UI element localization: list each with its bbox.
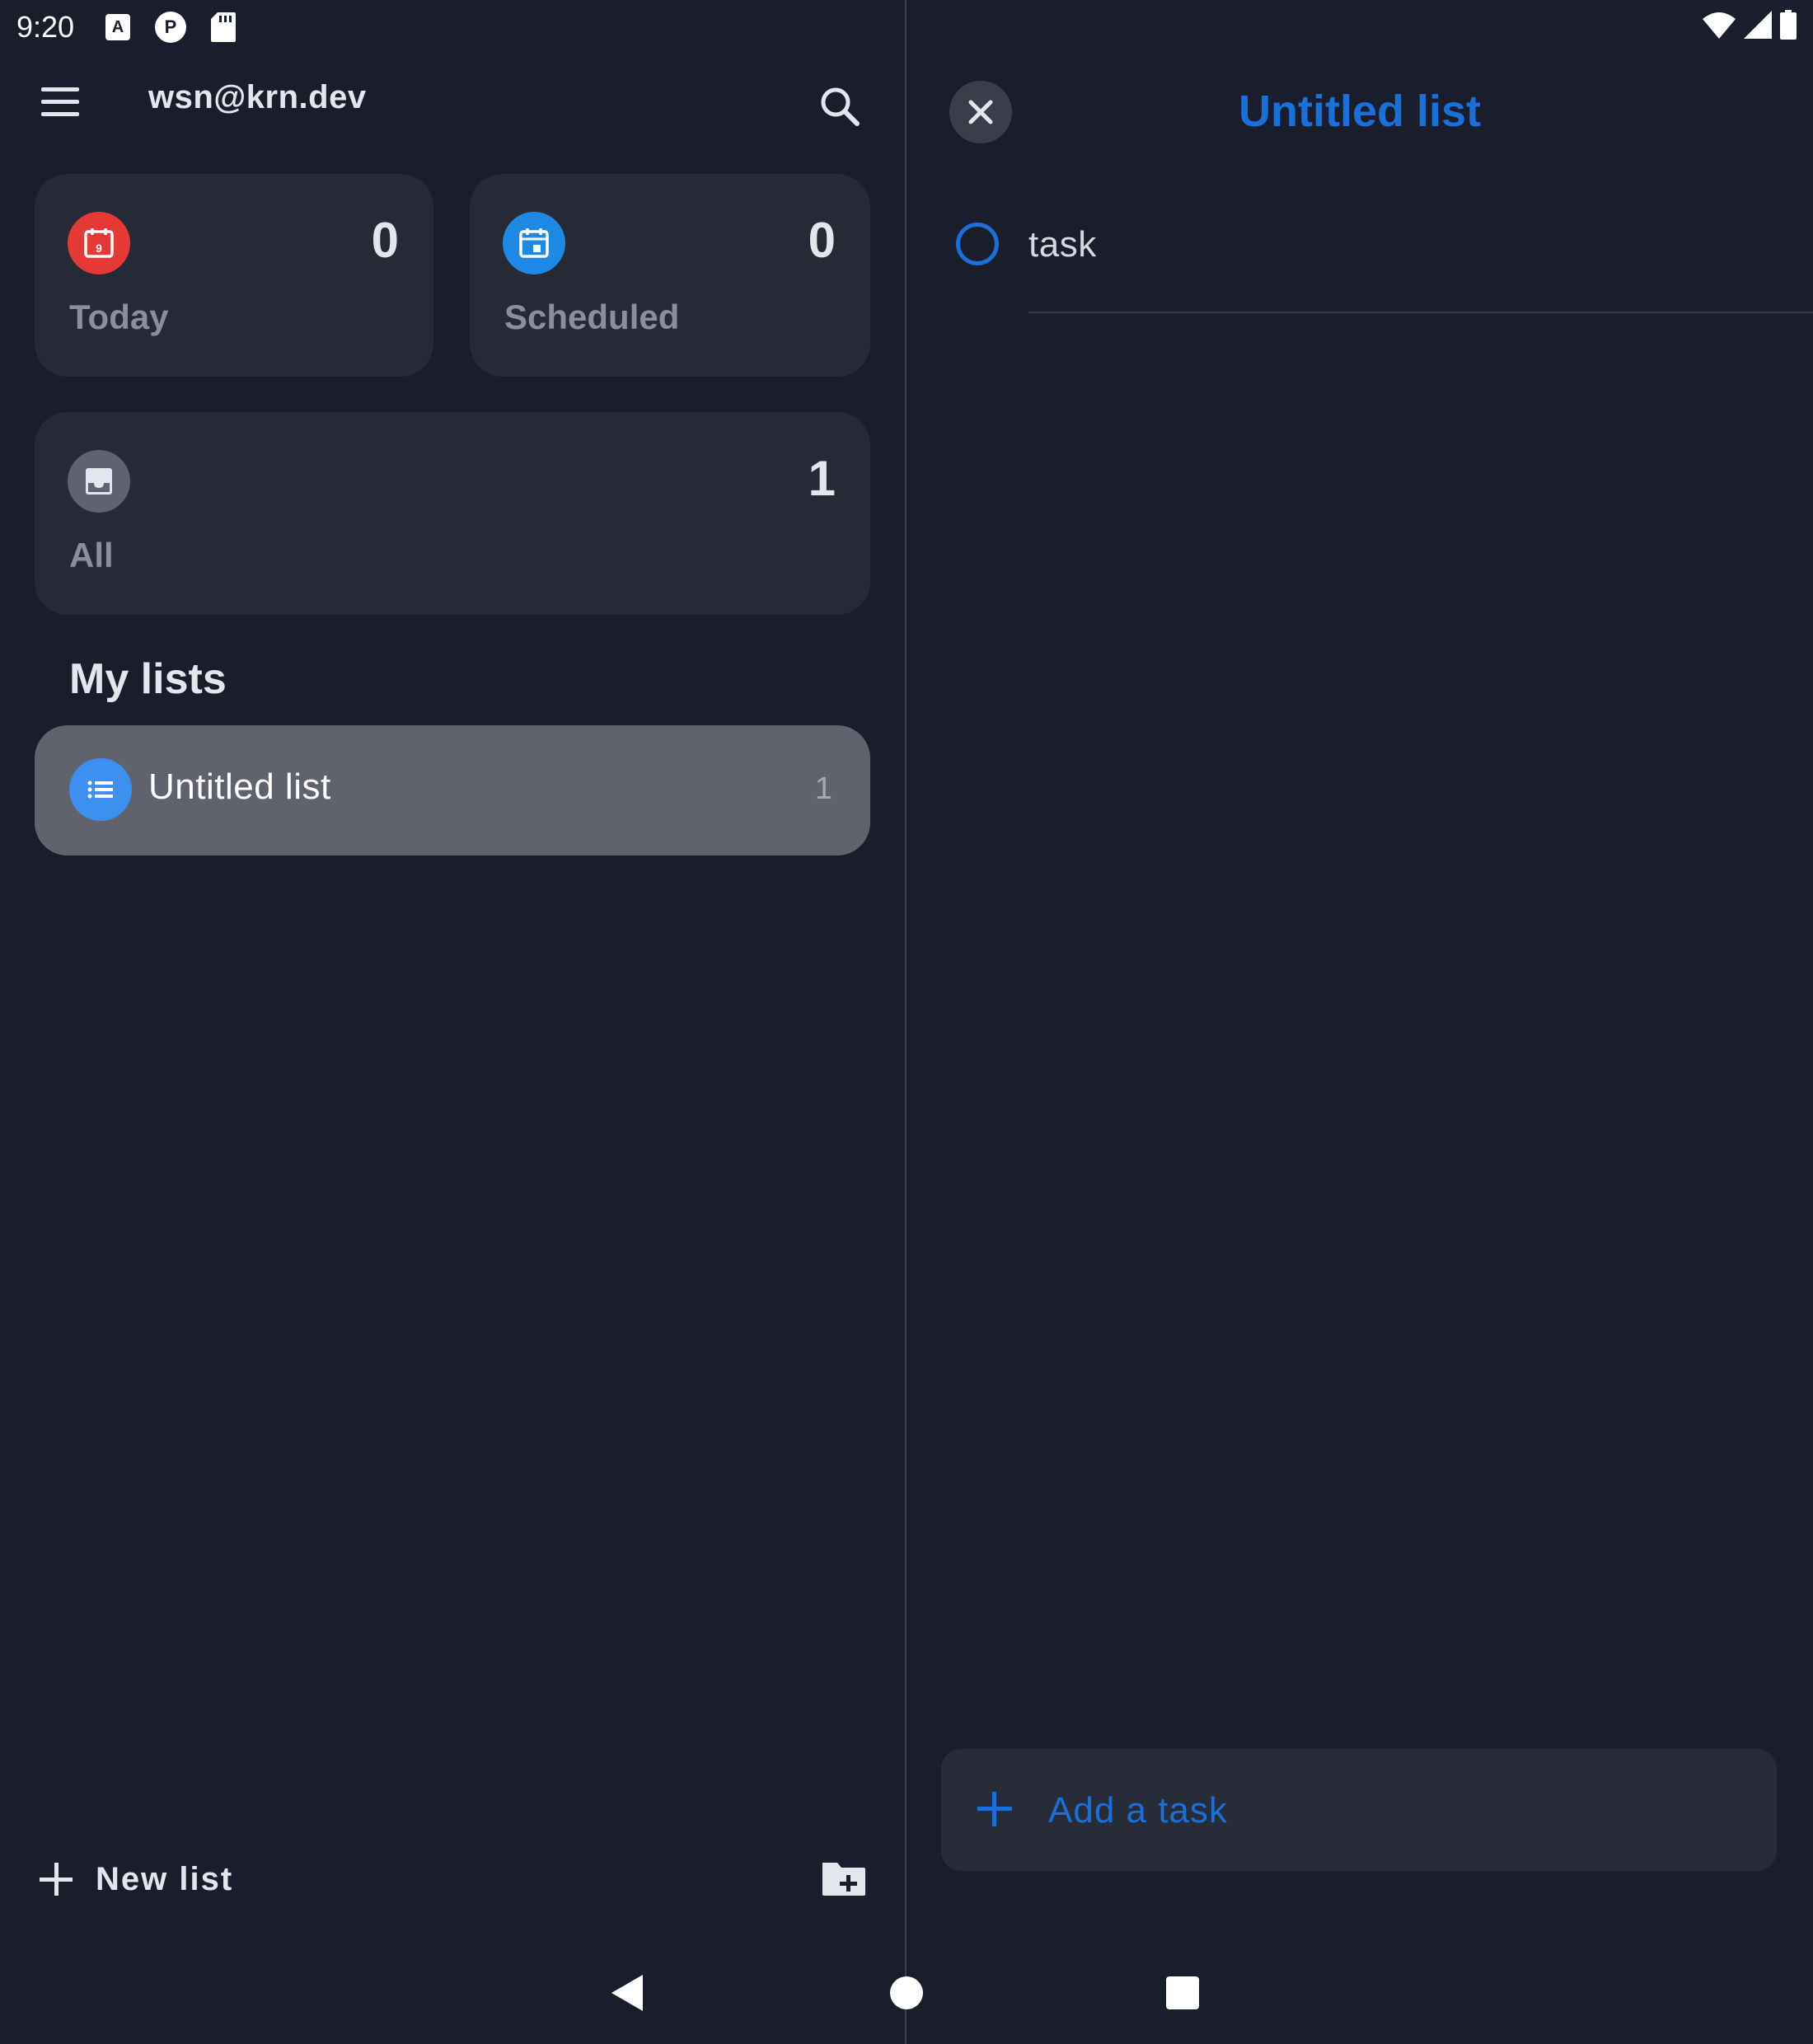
wifi-icon — [1703, 12, 1736, 39]
search-button[interactable] — [816, 82, 865, 132]
list-title-container: Untitled list — [906, 86, 1813, 137]
search-icon — [821, 87, 860, 126]
list-icon — [69, 758, 132, 821]
task-row[interactable]: task — [906, 218, 1813, 316]
add-task-button[interactable]: Add a task — [941, 1749, 1777, 1871]
smart-list-scheduled[interactable]: 0 Scheduled — [470, 174, 870, 377]
status-icons-left: A P — [105, 12, 236, 43]
list-item-count: 1 — [814, 771, 832, 806]
smart-list-today[interactable]: 9 0 Today — [35, 174, 433, 377]
today-label: Today — [69, 298, 169, 336]
today-badge: 9 — [96, 241, 102, 255]
task-divider — [1028, 312, 1813, 313]
system-nav-bar — [0, 1945, 1813, 2044]
task-checkbox[interactable] — [956, 223, 999, 265]
scheduled-count: 0 — [808, 213, 836, 268]
folder-add-icon — [822, 1863, 865, 1896]
all-label: All — [69, 536, 114, 574]
list-title[interactable]: Untitled list — [1239, 86, 1481, 137]
font-a-icon: A — [105, 14, 130, 40]
account-name[interactable]: wsn@krn.dev — [148, 79, 367, 116]
today-count: 0 — [371, 213, 399, 268]
new-group-button[interactable] — [819, 1854, 869, 1904]
status-bar: 9:20 A P — [0, 0, 1813, 53]
menu-icon — [41, 87, 79, 91]
top-app-bar: wsn@krn.dev — [0, 53, 905, 152]
screen: 9:20 A P wsn@krn.dev 9 0 Today 0 Schedul… — [0, 0, 1813, 2044]
calendar-today-icon: 9 — [68, 212, 130, 274]
smart-list-all[interactable]: 1 All — [35, 412, 870, 615]
back-icon[interactable] — [610, 1973, 646, 2013]
battery-icon — [1780, 10, 1797, 40]
list-detail-pane: Untitled list task Add a task — [906, 53, 1813, 1948]
new-list-button[interactable]: New list — [35, 1854, 233, 1904]
cell-signal-icon — [1744, 11, 1772, 39]
new-list-label: New list — [96, 1860, 234, 1897]
status-time: 9:20 — [16, 10, 75, 44]
menu-button[interactable] — [35, 82, 89, 124]
add-task-label: Add a task — [1048, 1790, 1228, 1831]
sd-card-icon — [211, 12, 236, 42]
scheduled-label: Scheduled — [504, 298, 680, 336]
inbox-icon — [68, 450, 130, 513]
recents-icon[interactable] — [1166, 1976, 1199, 2009]
calendar-scheduled-icon — [503, 212, 565, 274]
pocket-casts-icon: P — [155, 12, 186, 43]
plus-icon — [976, 1790, 1014, 1828]
all-count: 1 — [808, 451, 836, 506]
plus-icon — [35, 1858, 77, 1901]
list-item-label: Untitled list — [148, 766, 331, 807]
task-label[interactable]: task — [1028, 224, 1097, 265]
my-lists-heading: My lists — [69, 655, 227, 703]
status-icons-right — [1703, 10, 1797, 40]
home-icon[interactable] — [890, 1976, 923, 2009]
list-item[interactable]: Untitled list 1 — [35, 725, 870, 856]
lists-pane: wsn@krn.dev 9 0 Today 0 Scheduled 1 All … — [0, 53, 905, 1948]
